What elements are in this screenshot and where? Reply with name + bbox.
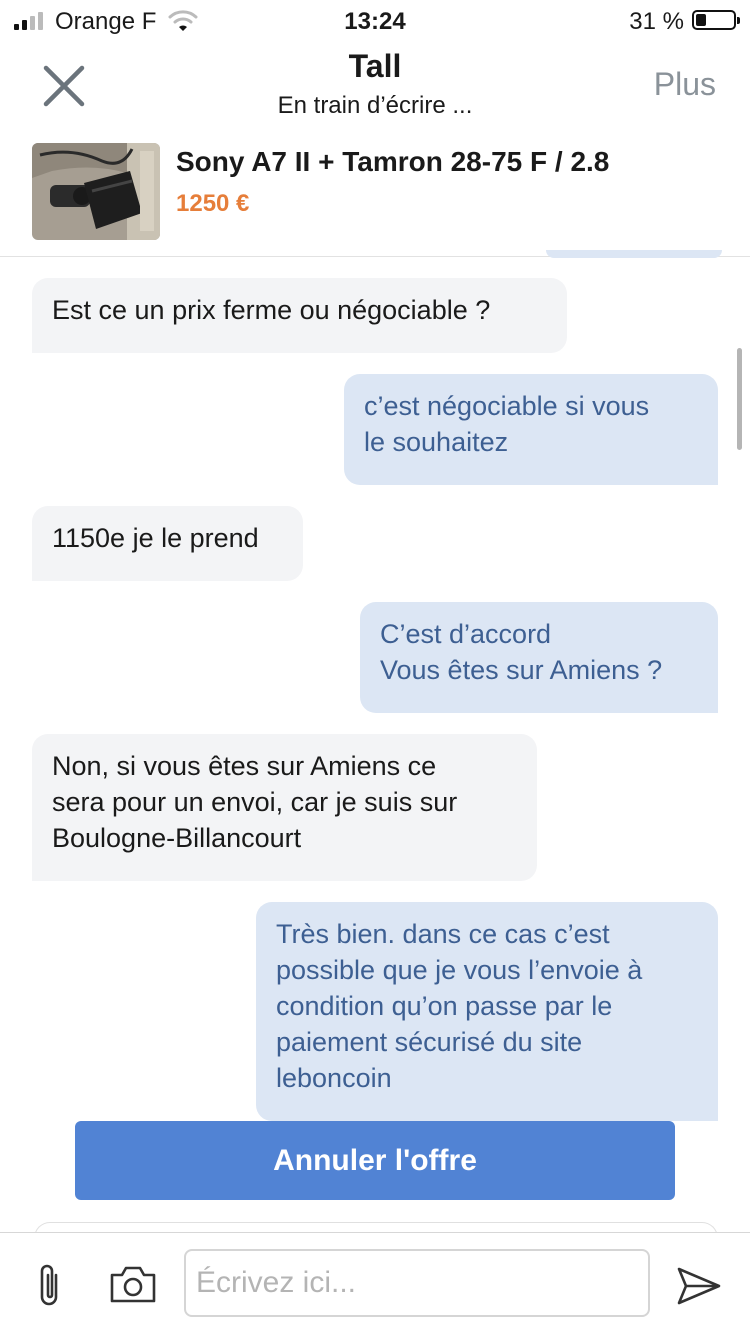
contact-name: Tall — [348, 48, 402, 84]
message-outgoing: C’est d’accord Vous êtes sur Amiens ? — [360, 602, 718, 713]
listing-card[interactable]: Sony A7 II + Tamron 28-75 F / 2.8 1250 € — [0, 130, 750, 257]
listing-thumbnail — [32, 143, 160, 240]
battery-percent: 31 % — [629, 8, 684, 35]
message-incoming: Non, si vous êtes sur Amiens ce sera pou… — [32, 734, 537, 881]
cancel-offer-button[interactable]: Annuler l'offre — [75, 1121, 675, 1200]
more-button[interactable]: Plus — [654, 66, 716, 103]
battery-icon — [692, 10, 740, 30]
scrollbar[interactable] — [737, 348, 742, 450]
message-outgoing: Très bien. dans ce cas c’est possible qu… — [256, 902, 718, 1121]
send-icon[interactable] — [676, 1265, 722, 1307]
camera-icon[interactable] — [108, 1263, 158, 1305]
paperclip-icon[interactable] — [34, 1261, 66, 1309]
status-bar: Orange F 13:24 31 % — [0, 0, 750, 44]
message-outgoing: c’est négociable si vous le souhaitez — [344, 374, 718, 485]
message-incoming: Est ce un prix ferme ou négociable ? — [32, 278, 567, 353]
previous-message-edge — [546, 250, 722, 258]
message-composer — [0, 1232, 750, 1335]
typing-indicator: En train d’écrire ... — [277, 92, 473, 119]
listing-title: Sony A7 II + Tamron 28-75 F / 2.8 — [176, 146, 610, 177]
message-incoming: 1150e je le prend — [32, 506, 303, 581]
conversation-header: Tall En train d’écrire ... Plus — [0, 44, 750, 131]
listing-price: 1250 € — [176, 190, 250, 217]
message-input[interactable] — [184, 1249, 650, 1317]
